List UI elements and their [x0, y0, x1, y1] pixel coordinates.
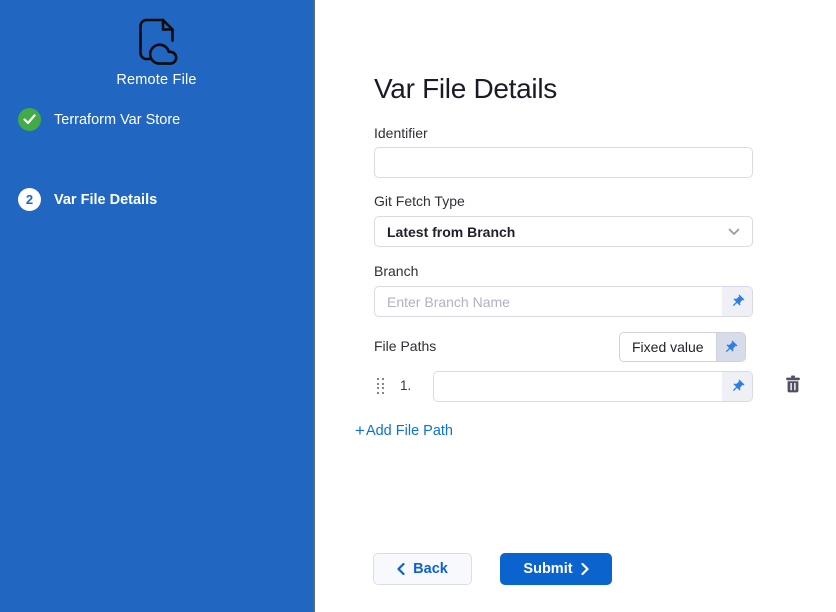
submit-button[interactable]: Submit — [500, 553, 612, 585]
chevron-right-icon — [581, 563, 589, 575]
page-title: Var File Details — [374, 73, 557, 105]
step-number-badge: 2 — [18, 188, 41, 211]
input-type-value: Fixed value — [620, 333, 717, 361]
trash-icon — [785, 375, 801, 393]
delete-row-button[interactable] — [782, 373, 804, 395]
var-file-details-dialog: Remote File Terraform Var Store 2 Var Fi… — [0, 0, 836, 612]
file-path-runtime-input-toggle[interactable] — [722, 372, 752, 401]
row-index: 1. — [400, 378, 411, 393]
file-paths-input-type-button[interactable]: Fixed value — [619, 332, 746, 362]
branch-input[interactable] — [375, 287, 722, 316]
back-button[interactable]: Back — [373, 553, 472, 585]
identifier-label: Identifier — [374, 125, 428, 141]
add-file-path-button[interactable]: + Add File Path — [355, 422, 453, 439]
file-paths-label: File Paths — [374, 338, 436, 354]
plus-icon: + — [355, 422, 365, 439]
sidebar-step-terraform-var-store[interactable]: Terraform Var Store — [18, 108, 180, 131]
remote-file-icon — [133, 16, 181, 66]
add-file-path-label: Add File Path — [366, 423, 453, 439]
step-label: Terraform Var Store — [54, 112, 180, 128]
file-path-row: 1. — [374, 371, 836, 402]
back-button-label: Back — [413, 561, 448, 577]
git-fetch-type-label: Git Fetch Type — [374, 193, 465, 209]
panel-title: Remote File — [0, 72, 313, 88]
git-fetch-type-value: Latest from Branch — [387, 224, 515, 240]
file-paths-runtime-input-toggle[interactable] — [717, 333, 745, 361]
drag-handle-icon[interactable] — [377, 378, 387, 396]
chevron-left-icon — [397, 563, 405, 575]
step-complete-icon — [18, 108, 41, 131]
branch-field — [374, 286, 753, 317]
sidebar-step-var-file-details[interactable]: 2 Var File Details — [18, 188, 157, 211]
file-path-input[interactable] — [434, 372, 722, 401]
branch-runtime-input-toggle[interactable] — [722, 287, 752, 316]
var-file-details-form: Var File Details Identifier Git Fetch Ty… — [317, 0, 836, 612]
wizard-sidebar: Remote File Terraform Var Store 2 Var Fi… — [0, 0, 315, 612]
git-fetch-type-select[interactable]: Latest from Branch — [374, 216, 753, 247]
step-label: Var File Details — [54, 192, 157, 208]
chevron-down-icon — [728, 223, 740, 241]
identifier-input[interactable] — [374, 147, 753, 178]
file-path-field — [433, 371, 753, 402]
branch-label: Branch — [374, 263, 418, 279]
submit-button-label: Submit — [523, 561, 572, 577]
